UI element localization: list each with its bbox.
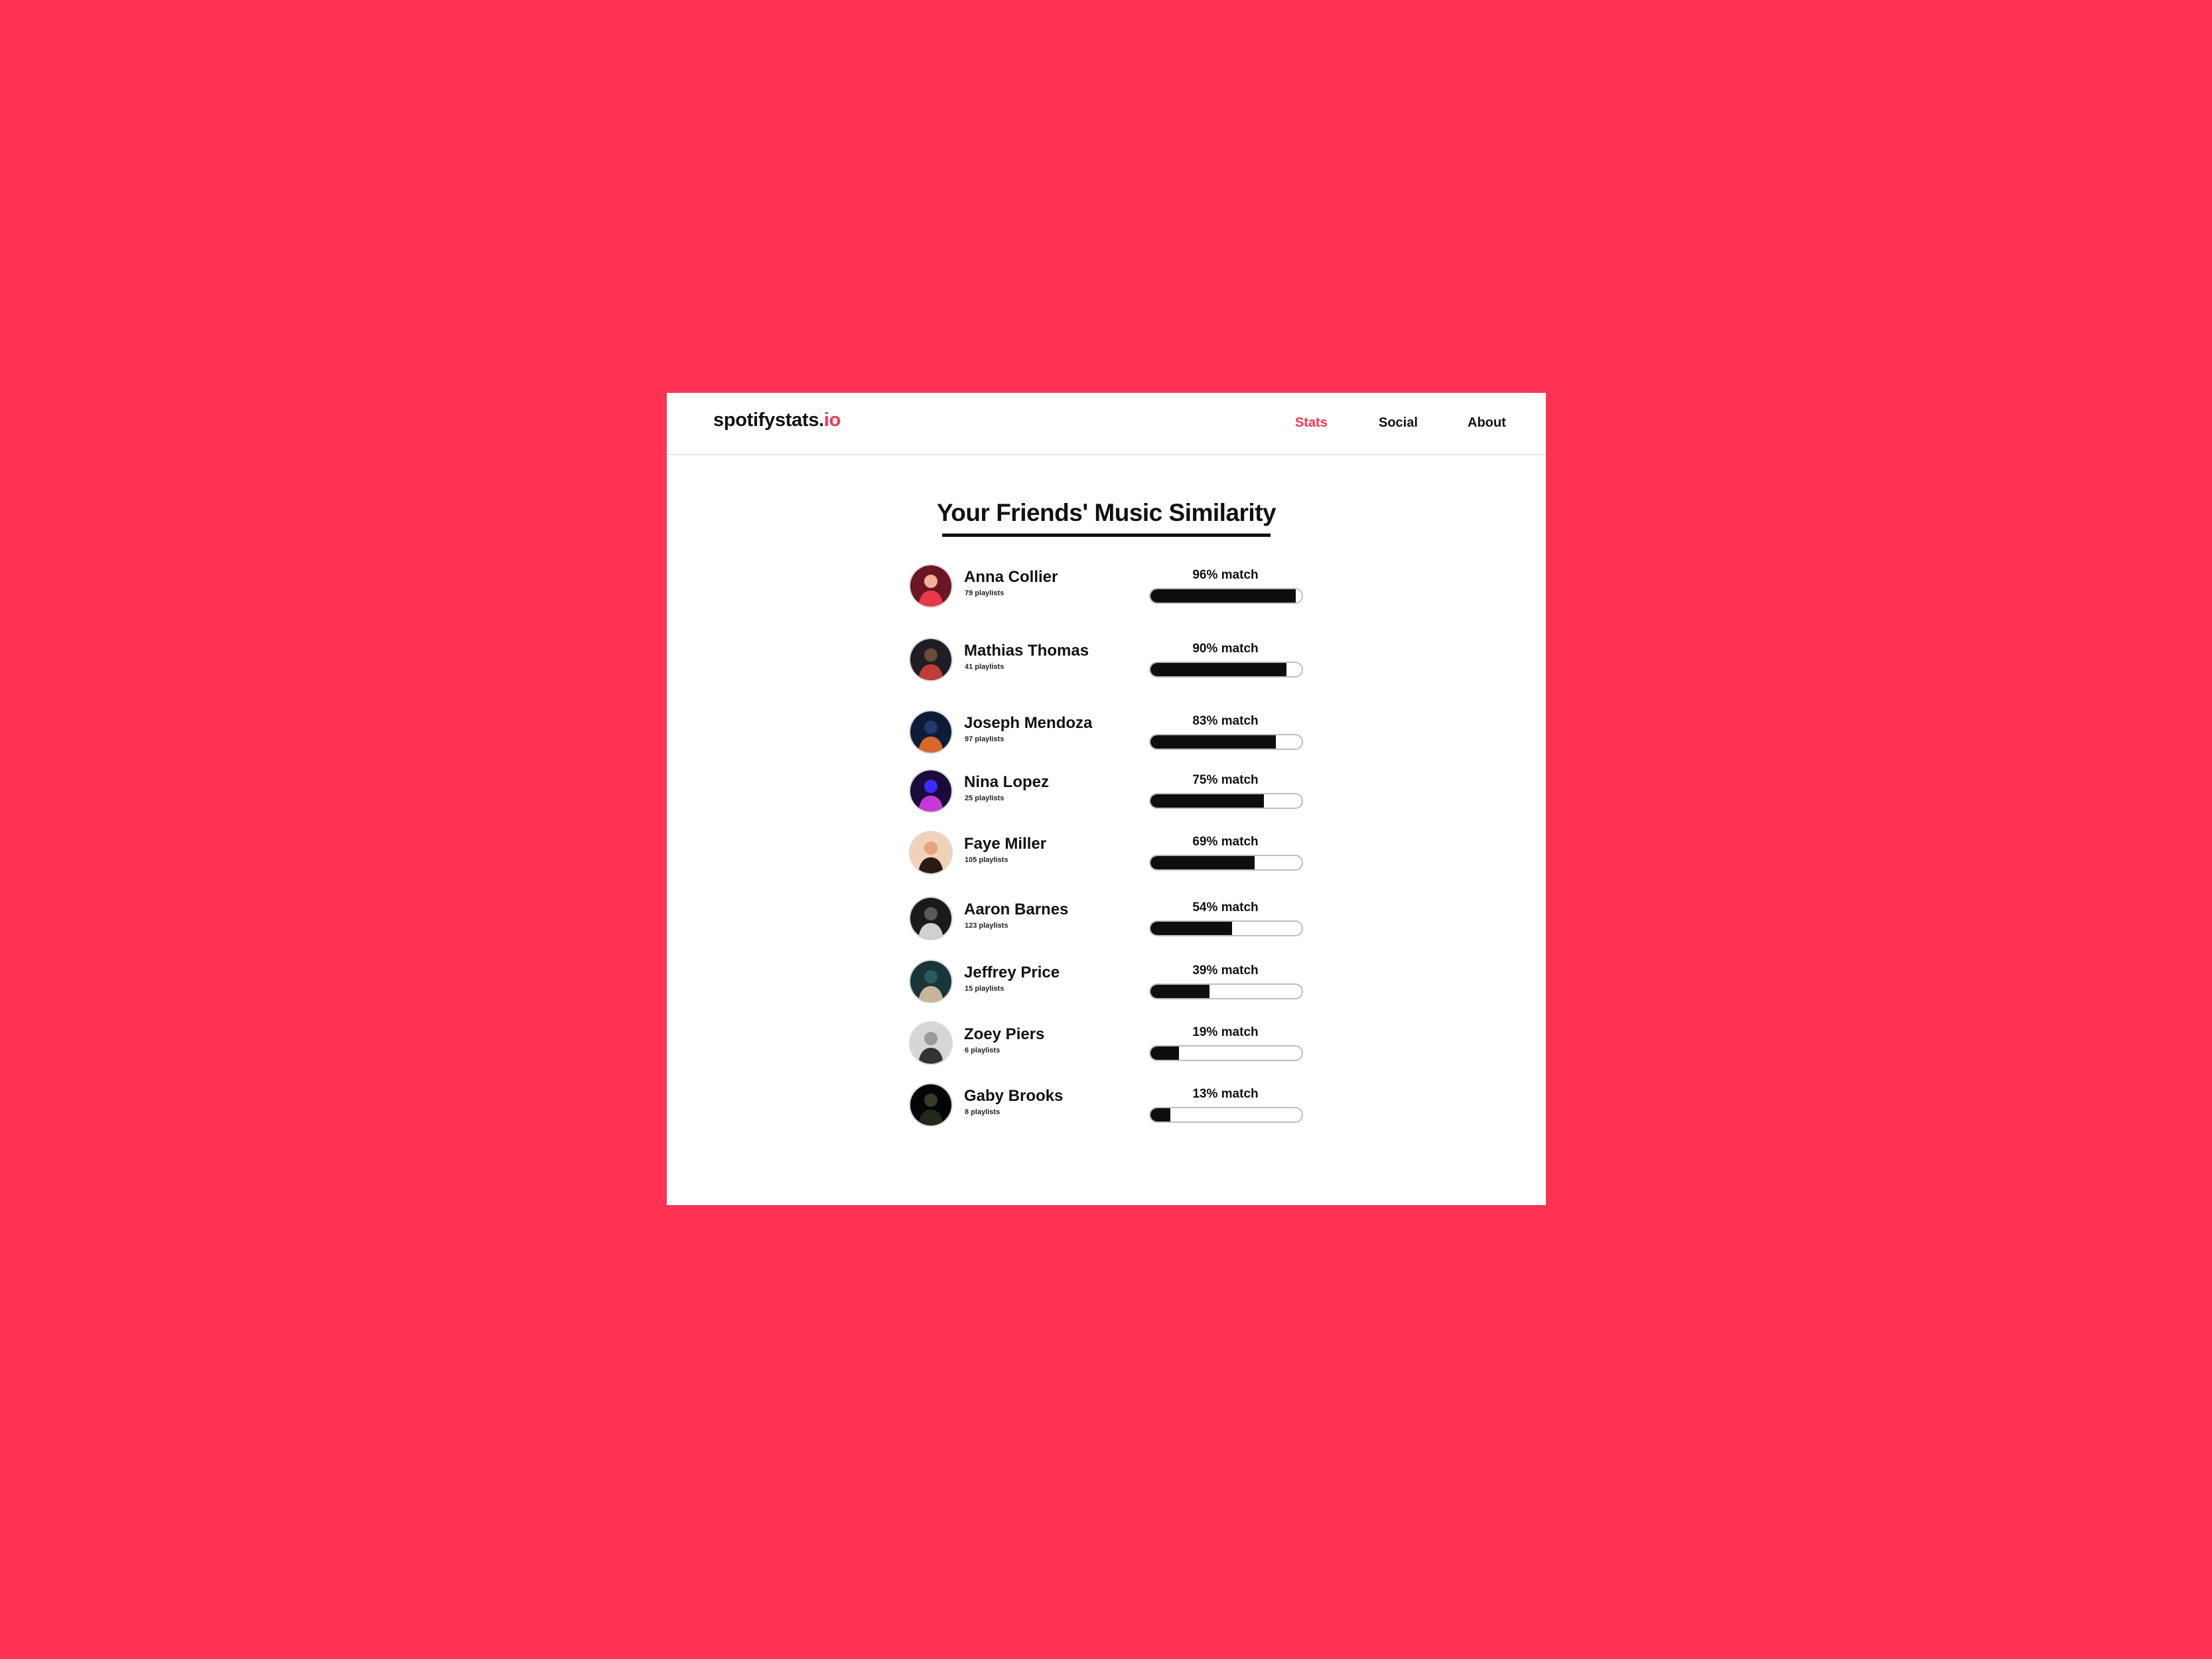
friend-name[interactable]: Mathias Thomas [964, 642, 1089, 660]
avatar[interactable] [909, 1021, 953, 1065]
friend-row[interactable]: Faye Miller 105 playlists 69% match [667, 831, 1546, 877]
friend-row[interactable]: Gaby Brooks 8 playlists 13% match [667, 1083, 1546, 1129]
avatar[interactable] [909, 638, 953, 682]
match-label: 75% match [1192, 773, 1259, 787]
avatar[interactable] [909, 564, 953, 608]
match-progress-bar [1149, 793, 1303, 809]
match-progress-bar [1149, 588, 1303, 604]
friend-playlist-count: 41 playlists [965, 663, 1004, 671]
logo-text: spotifystats. [713, 409, 824, 431]
nav-link-social[interactable]: Social [1379, 415, 1418, 431]
match-progress-fill [1150, 1046, 1180, 1060]
friend-row[interactable]: Mathias Thomas 41 playlists 90% match [667, 638, 1546, 684]
person-photo-purple-icon [910, 770, 951, 812]
friend-playlist-count: 79 playlists [965, 589, 1004, 597]
friend-name[interactable]: Jeffrey Price [964, 964, 1060, 982]
friend-row[interactable]: Nina Lopez 25 playlists 75% match [667, 769, 1546, 816]
person-photo-blue-icon [910, 711, 951, 753]
match-progress-bar [1149, 1107, 1303, 1123]
match-label: 54% match [1192, 901, 1259, 914]
avatar[interactable] [909, 1083, 953, 1127]
friend-playlist-count: 123 playlists [965, 922, 1008, 930]
person-photo-dark-icon [910, 639, 951, 680]
match-progress-fill [1150, 735, 1277, 749]
top-navbar: spotifystats.io Stats Social About [667, 393, 1546, 455]
friend-playlist-count: 97 playlists [965, 735, 1004, 743]
match-progress-fill [1150, 985, 1210, 998]
friend-playlist-count: 15 playlists [965, 985, 1004, 993]
match-label: 13% match [1192, 1087, 1259, 1101]
person-photo-bw-icon [910, 898, 951, 939]
avatar[interactable] [909, 769, 953, 813]
friend-playlist-count: 8 playlists [965, 1108, 1001, 1116]
nav-link-about[interactable]: About [1468, 415, 1506, 431]
match-progress-bar [1149, 983, 1303, 999]
friend-name[interactable]: Zoey Piers [964, 1025, 1044, 1044]
match-progress-bar [1149, 920, 1303, 936]
person-photo-peach-icon [910, 832, 951, 873]
friend-row[interactable]: Anna Collier 79 playlists 96% match [667, 564, 1546, 611]
friend-row[interactable]: Jeffrey Price 15 playlists 39% match [667, 960, 1546, 1006]
match-label: 96% match [1192, 568, 1259, 582]
person-photo-black-icon [910, 1084, 951, 1125]
title-underline [942, 534, 1271, 537]
friend-row[interactable]: Aaron Barnes 123 playlists 54% match [667, 897, 1546, 943]
match-progress-fill [1150, 1108, 1170, 1121]
avatar[interactable] [909, 710, 953, 754]
page-title: Your Friends' Music Similarity [936, 499, 1277, 526]
friend-playlist-count: 25 playlists [965, 794, 1004, 802]
friend-name[interactable]: Nina Lopez [964, 773, 1049, 792]
avatar[interactable] [909, 960, 953, 1003]
match-progress-fill [1150, 663, 1287, 676]
match-label: 39% match [1192, 964, 1259, 977]
friend-row[interactable]: Zoey Piers 6 playlists 19% match [667, 1021, 1546, 1068]
avatar[interactable] [909, 831, 953, 875]
match-progress-fill [1150, 922, 1233, 935]
friend-name[interactable]: Gaby Brooks [964, 1087, 1063, 1106]
avatar[interactable] [909, 897, 953, 940]
friend-name[interactable]: Joseph Mendoza [964, 714, 1092, 733]
logo[interactable]: spotifystats.io [713, 409, 841, 431]
app-window: spotifystats.io Stats Social About Your … [667, 393, 1546, 1205]
friend-name[interactable]: Aaron Barnes [964, 901, 1068, 919]
friend-playlist-count: 105 playlists [965, 856, 1008, 864]
match-label: 90% match [1192, 642, 1259, 656]
match-label: 83% match [1192, 714, 1259, 728]
match-label: 19% match [1192, 1025, 1259, 1039]
person-photo-teal-icon [910, 961, 951, 1002]
match-progress-fill [1150, 856, 1255, 869]
match-progress-fill [1150, 589, 1296, 603]
friend-playlist-count: 6 playlists [965, 1046, 1001, 1054]
logo-tld: io [823, 409, 841, 431]
match-progress-bar [1149, 1045, 1303, 1061]
friend-name[interactable]: Faye Miller [964, 835, 1046, 853]
person-photo-red-icon [910, 565, 951, 607]
match-progress-fill [1150, 794, 1264, 808]
nav-link-stats[interactable]: Stats [1295, 415, 1328, 431]
friend-row[interactable]: Joseph Mendoza 97 playlists 83% match [667, 710, 1546, 757]
person-photo-grey-icon [910, 1023, 951, 1064]
match-progress-bar [1149, 855, 1303, 871]
match-progress-bar [1149, 734, 1303, 750]
match-progress-bar [1149, 662, 1303, 678]
match-label: 69% match [1192, 835, 1259, 849]
friend-name[interactable]: Anna Collier [964, 568, 1058, 587]
